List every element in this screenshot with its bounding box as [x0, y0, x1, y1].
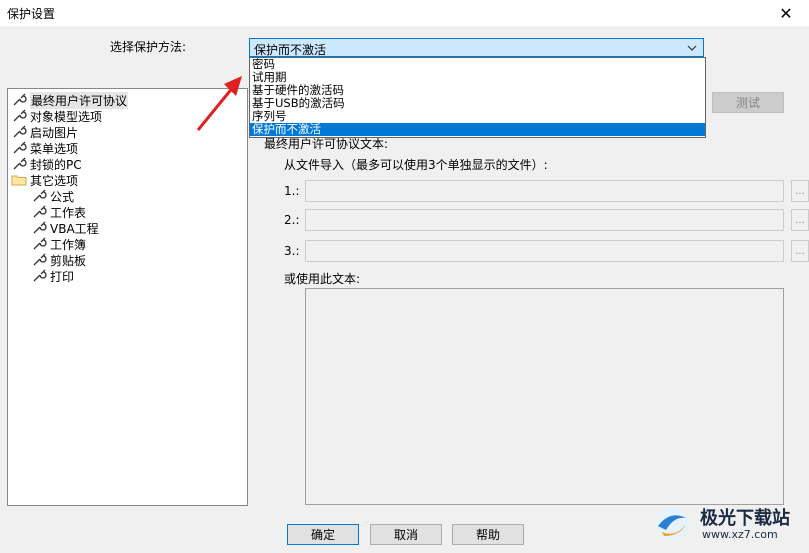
tree-item-label: 公式 [50, 189, 75, 204]
tree-item-label: 工作表 [50, 205, 87, 220]
tree-item-label: 最终用户许可协议 [30, 91, 129, 109]
eula-text-area[interactable] [305, 288, 784, 505]
option-password[interactable]: 密码 [250, 58, 705, 71]
wrench-icon [11, 156, 27, 172]
tree-item-startup-image[interactable]: 启动图片 [11, 124, 78, 140]
custom-text-label: 或使用此文本: [284, 272, 361, 286]
wrench-icon [11, 92, 27, 108]
tree-item-label: 工作簿 [50, 237, 87, 252]
folder-icon [11, 172, 27, 188]
file3-label: 3.: [284, 244, 300, 258]
watermark-swirl-icon [655, 507, 689, 541]
tree-item-formulas[interactable]: 公式 [31, 188, 74, 204]
watermark-name: 极光下载站 [700, 508, 790, 529]
option-no-activation[interactable]: 保护而不激活 [250, 123, 705, 136]
close-icon[interactable]: ✕ [763, 0, 809, 26]
tree-item-label: VBA工程 [50, 221, 99, 236]
file1-input[interactable] [305, 180, 784, 202]
title-bar: 保护设置 ✕ [0, 0, 809, 26]
tree-item-print[interactable]: 打印 [31, 268, 74, 284]
wrench-icon [31, 188, 47, 204]
help-button[interactable]: 帮助 [452, 524, 524, 545]
tree-item-label: 对象模型选项 [30, 109, 103, 124]
tree-item-label: 剪贴板 [50, 253, 87, 268]
protection-method-dropdown: 密码 试用期 基于硬件的激活码 基于USB的激活码 序列号 保护而不激活 [249, 57, 706, 138]
file2-browse-button[interactable]: ... [791, 209, 809, 231]
file1-label: 1.: [284, 184, 300, 198]
wrench-icon [31, 252, 47, 268]
annotation-arrow-icon [196, 76, 242, 131]
tree-item-label: 启动图片 [30, 125, 79, 140]
tree-item-label: 菜单选项 [30, 141, 79, 156]
tree-item-workbook[interactable]: 工作簿 [31, 236, 86, 252]
file2-label: 2.: [284, 213, 300, 227]
wrench-icon [11, 124, 27, 140]
tree-item-label: 封锁的PC [30, 157, 82, 172]
ok-button[interactable]: 确定 [287, 524, 359, 545]
tree-item-vba-project[interactable]: VBA工程 [31, 220, 99, 236]
import-files-label: 从文件导入（最多可以使用3个单独显示的文件）: [284, 158, 548, 172]
file1-browse-button[interactable]: ... [791, 180, 809, 202]
protection-method-select[interactable]: 保护而不激活 [249, 38, 704, 57]
file3-input[interactable] [305, 240, 784, 262]
test-button[interactable]: 测试 [712, 92, 784, 113]
tree-item-menu-options[interactable]: 菜单选项 [11, 140, 78, 156]
tree-item-eula[interactable]: 最终用户许可协议 [11, 91, 129, 109]
cancel-button[interactable]: 取消 [370, 524, 442, 545]
watermark-url: www.xz7.com [702, 528, 778, 541]
wrench-icon [11, 140, 27, 156]
tree-item-label: 打印 [50, 269, 75, 284]
protection-method-value: 保护而不激活 [254, 43, 327, 57]
options-tree: 最终用户许可协议 对象模型选项 启动图片 菜单选项 封锁的PC 其它选项 公式 … [7, 88, 248, 506]
tree-item-worksheet[interactable]: 工作表 [31, 204, 86, 220]
protection-method-label: 选择保护方法: [110, 40, 187, 54]
wrench-icon [31, 268, 47, 284]
wrench-icon [31, 220, 47, 236]
tree-item-clipboard[interactable]: 剪贴板 [31, 252, 86, 268]
tree-item-label: 其它选项 [30, 173, 79, 188]
tree-item-locked-pc[interactable]: 封锁的PC [11, 156, 82, 172]
window-title: 保护设置 [7, 7, 56, 21]
watermark-logo: 极光下载站 www.xz7.com [650, 500, 805, 548]
file3-browse-button[interactable]: ... [791, 240, 809, 262]
option-usb-code[interactable]: 基于USB的激活码 [250, 97, 705, 110]
wrench-icon [11, 108, 27, 124]
file2-input[interactable] [305, 209, 784, 231]
wrench-icon [31, 236, 47, 252]
tree-item-other-options[interactable]: 其它选项 [11, 172, 78, 188]
tree-item-object-model[interactable]: 对象模型选项 [11, 108, 102, 124]
wrench-icon [31, 204, 47, 220]
